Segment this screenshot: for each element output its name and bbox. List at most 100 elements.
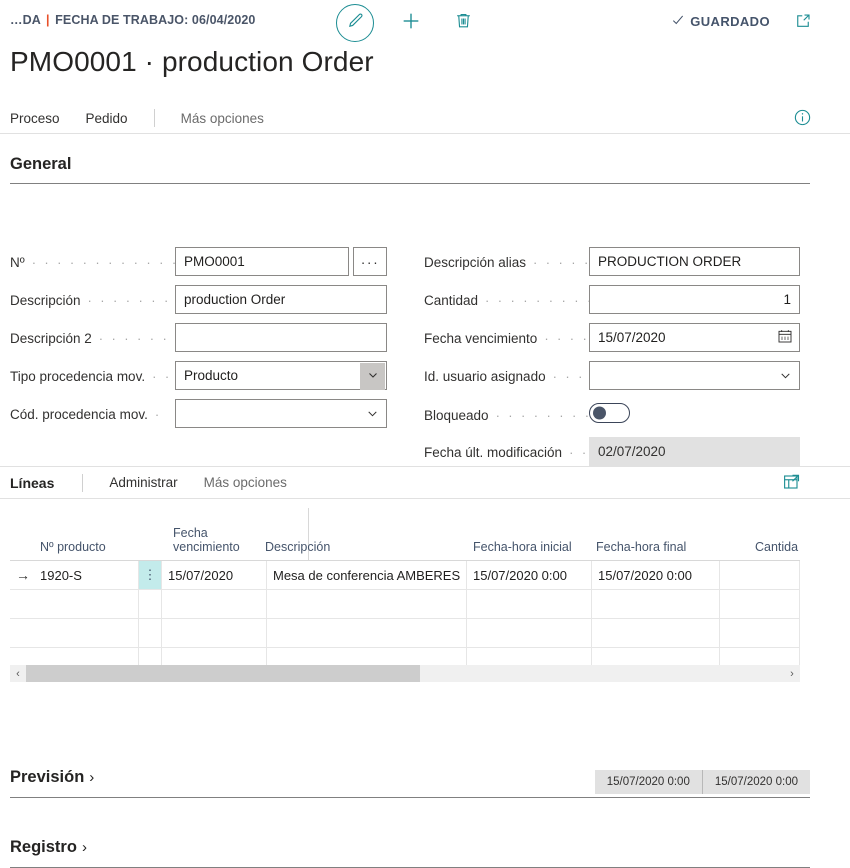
field-descripcion-value: production Order xyxy=(184,292,286,307)
scrollbar-thumb[interactable] xyxy=(26,665,421,682)
cell-descripcion[interactable]: Mesa de conferencia AMBERES xyxy=(267,561,467,589)
trash-icon xyxy=(454,11,473,35)
prevision-title: Previsión xyxy=(10,768,85,786)
lines-menu-mas-opciones[interactable]: Más opciones xyxy=(204,475,287,490)
column-header-fecha-hora-final[interactable]: Fecha-hora final xyxy=(596,540,686,554)
id-usuario-dropdown-button[interactable] xyxy=(773,363,798,390)
row-menu-button[interactable]: ⋮ xyxy=(139,561,162,589)
cell-descripcion[interactable] xyxy=(267,590,467,618)
prevision-toggle[interactable]: Previsión › xyxy=(10,768,94,787)
table-row[interactable] xyxy=(10,619,800,648)
info-button[interactable] xyxy=(793,108,812,132)
new-button[interactable] xyxy=(396,8,426,38)
page-title: PMO0001 · production Order xyxy=(10,46,374,77)
action-menu-bar: Proceso Pedido Más opciones xyxy=(0,103,850,134)
field-label-numero: Nº xyxy=(10,254,25,270)
column-header-descripcion[interactable]: Descripción xyxy=(265,540,330,554)
ellipsis-icon: ··· xyxy=(360,253,380,270)
edit-button[interactable] xyxy=(336,4,374,42)
cell-fecha-hora-inicial[interactable]: 15/07/2020 0:00 xyxy=(467,561,592,589)
field-id-usuario-asignado[interactable] xyxy=(589,361,800,390)
scrollbar-track[interactable] xyxy=(26,665,784,682)
cell-fecha-hora-final[interactable] xyxy=(592,590,720,618)
column-header-fecha-vencimiento[interactable]: Fecha vencimiento xyxy=(173,526,240,554)
registro-title: Registro xyxy=(10,838,77,856)
grid-horizontal-scrollbar[interactable]: ‹ › xyxy=(10,665,800,682)
top-toolbar: …DA | FECHA DE TRABAJO: 06/04/2020 GUARD… xyxy=(0,0,850,46)
cell-fecha-vencimiento[interactable] xyxy=(162,619,267,647)
section-heading-general: General xyxy=(10,155,72,173)
field-descripcion[interactable]: production Order xyxy=(175,285,387,314)
registro-toggle[interactable]: Registro › xyxy=(10,838,87,857)
field-label-cantidad: Cantidad xyxy=(424,292,479,308)
pencil-icon xyxy=(347,12,364,34)
open-in-new-window-button[interactable] xyxy=(794,12,812,35)
column-header-numero-producto[interactable]: Nº producto xyxy=(40,540,106,554)
workdate-label: FECHA DE TRABAJO: 06/04/2020 xyxy=(55,13,256,27)
delete-button[interactable] xyxy=(448,8,478,38)
status-badge-saved: GUARDADO xyxy=(671,13,770,30)
company-name: …DA xyxy=(10,13,41,27)
field-bloqueado-toggle[interactable] xyxy=(589,403,630,423)
scroll-right-arrow-icon[interactable]: › xyxy=(784,668,800,680)
cod-procedencia-dropdown-button[interactable] xyxy=(360,401,385,428)
label-dots: · · · xyxy=(552,368,585,384)
label-dots: · xyxy=(154,406,162,422)
label-dots: · · · · · xyxy=(544,330,589,346)
cell-fecha-hora-final[interactable]: 15/07/2020 0:00 xyxy=(592,561,720,589)
cell-numero-producto[interactable] xyxy=(34,619,139,647)
lines-tab-label[interactable]: Líneas xyxy=(10,475,54,491)
action-item-proceso[interactable]: Proceso xyxy=(10,111,60,126)
tipo-procedencia-dropdown-button[interactable] xyxy=(360,363,385,390)
label-dots: · · xyxy=(152,368,172,384)
field-descripcion-2[interactable] xyxy=(175,323,387,352)
field-cod-procedencia-mov[interactable] xyxy=(175,399,387,428)
label-dots: · · · · · · · · · xyxy=(87,292,175,308)
field-label-descripcion-alias: Descripción alias xyxy=(424,254,527,270)
cell-descripcion[interactable] xyxy=(267,619,467,647)
cell-cantidad[interactable] xyxy=(720,561,800,589)
field-tipo-procedencia-value: Producto xyxy=(184,368,239,383)
cell-fecha-hora-final[interactable] xyxy=(592,619,720,647)
lines-divider xyxy=(82,473,84,492)
expand-grid-icon xyxy=(782,474,800,495)
cell-cantidad[interactable] xyxy=(720,590,800,618)
field-descripcion-alias[interactable]: PRODUCTION ORDER xyxy=(589,247,800,276)
cell-fecha-hora-inicial[interactable] xyxy=(467,590,592,618)
calendar-icon xyxy=(777,328,793,347)
scroll-left-arrow-icon[interactable]: ‹ xyxy=(10,668,26,680)
cell-cantidad[interactable] xyxy=(720,619,800,647)
field-fecha-vencimiento[interactable]: 15/07/2020 xyxy=(589,323,800,352)
fecha-vencimiento-calendar-button[interactable] xyxy=(776,329,794,347)
prevision-rule xyxy=(10,797,810,798)
column-header-fecha-hora-inicial[interactable]: Fecha-hora inicial xyxy=(473,540,572,554)
open-in-new-window-icon xyxy=(794,14,812,34)
prevision-chip: 15/07/2020 0:00 xyxy=(701,770,810,794)
expand-grid-button[interactable] xyxy=(782,473,800,496)
chevron-down-icon xyxy=(367,369,379,384)
chevron-right-icon: › xyxy=(81,839,87,856)
field-tipo-procedencia-mov[interactable]: Producto xyxy=(175,361,387,390)
action-item-pedido[interactable]: Pedido xyxy=(86,111,128,126)
table-row[interactable]: → 1920-S ⋮ 15/07/2020 Mesa de conferenci… xyxy=(10,561,800,590)
company-separator: | xyxy=(45,13,50,27)
field-numero[interactable]: PMO0001 xyxy=(175,247,349,276)
table-row[interactable] xyxy=(10,590,800,619)
prevision-summary-chips: 15/07/2020 0:00 15/07/2020 0:00 xyxy=(594,770,810,794)
field-label-cod-procedencia: Cód. procedencia mov. xyxy=(10,406,148,422)
field-cantidad[interactable]: 1 xyxy=(589,285,800,314)
column-header-cantidad[interactable]: Cantida xyxy=(755,540,798,554)
action-item-mas-opciones[interactable]: Más opciones xyxy=(181,111,264,126)
row-menu-button[interactable] xyxy=(139,590,162,618)
cell-fecha-hora-inicial[interactable] xyxy=(467,619,592,647)
check-icon xyxy=(671,13,685,30)
prevision-chip: 15/07/2020 0:00 xyxy=(606,776,690,788)
cell-numero-producto[interactable] xyxy=(34,590,139,618)
lines-menu-administrar[interactable]: Administrar xyxy=(109,475,177,490)
label-dots: · · · · · · · · · · · · xyxy=(31,254,175,270)
cell-numero-producto[interactable]: 1920-S xyxy=(34,561,139,589)
numero-assist-button[interactable]: ··· xyxy=(353,247,387,276)
cell-fecha-vencimiento[interactable]: 15/07/2020 xyxy=(162,561,267,589)
cell-fecha-vencimiento[interactable] xyxy=(162,590,267,618)
row-menu-button[interactable] xyxy=(139,619,162,647)
